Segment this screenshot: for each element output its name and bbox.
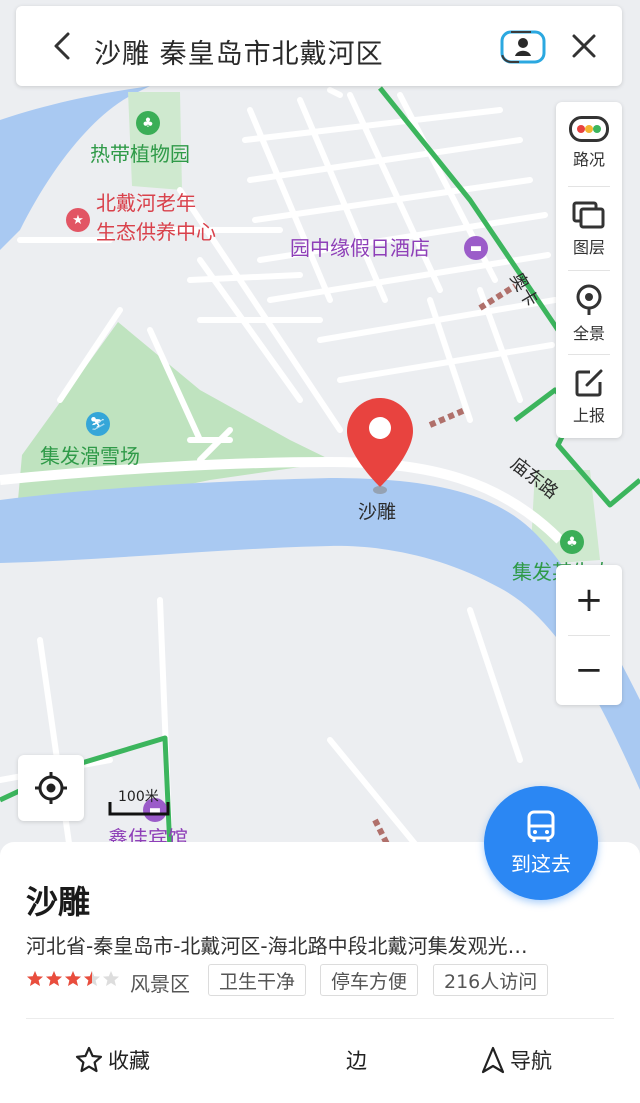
poi-label-marker[interactable]: 沙雕: [358, 503, 396, 522]
sheet-divider: [26, 1018, 614, 1019]
traffic-button[interactable]: 路况: [556, 102, 622, 186]
go-here-label: 到这去: [511, 851, 571, 876]
tag-visits: 216人访问: [433, 964, 549, 996]
bus-icon: [527, 810, 555, 842]
rating-stars: [26, 970, 121, 988]
poi-label-ski-resort[interactable]: 集发滑雪场: [40, 446, 140, 466]
collect-button[interactable]: 收藏: [74, 1040, 150, 1080]
voice-assistant-icon[interactable]: [500, 30, 546, 64]
map-toolbar: 路况 图层 全景 上报: [556, 102, 622, 438]
tag-parking: 停车方便: [320, 964, 419, 996]
layers-label: 图层: [572, 238, 605, 257]
report-button[interactable]: 上报: [556, 354, 622, 438]
ski-icon: ⛷: [86, 412, 110, 436]
layers-button[interactable]: 图层: [556, 186, 622, 270]
zoom-controls: + −: [556, 565, 622, 705]
poi-label-elderly-center-line2[interactable]: 生态供养中心: [96, 222, 216, 242]
map-scale: 100米: [108, 786, 170, 816]
park-icon: ♣: [560, 530, 584, 554]
tag-clean: 卫生干净: [208, 964, 307, 996]
nearby-label: 边: [346, 1049, 367, 1073]
hotel-icon: ▬: [464, 236, 488, 260]
report-label: 上报: [572, 406, 605, 425]
panorama-icon: [576, 284, 602, 315]
my-location-button[interactable]: [18, 755, 84, 821]
rating-star-icon: [27, 971, 43, 986]
navigate-label: 导航: [510, 1049, 552, 1073]
search-query[interactable]: 沙雕 秦皇岛市北戴河区: [94, 32, 384, 71]
nearby-button[interactable]: 边: [346, 1040, 367, 1080]
navigate-button[interactable]: 导航: [480, 1040, 552, 1080]
zoom-in-button[interactable]: +: [556, 565, 622, 635]
search-bar[interactable]: 沙雕 秦皇岛市北戴河区: [16, 6, 622, 86]
map-view[interactable]: ♣ ★ ▬ ⛷ ♣ ▬ 热带植物园 北戴河老年 生态供养中心 园中缘假日酒店 集…: [0, 0, 640, 850]
star-outline-icon: [75, 1046, 103, 1073]
park-icon: ♣: [136, 111, 160, 135]
go-here-button[interactable]: 到这去: [484, 786, 598, 900]
rating-star-icon: [46, 971, 62, 986]
traffic-light-icon: [569, 116, 609, 142]
poi-label-tropical-garden[interactable]: 热带植物园: [90, 144, 190, 164]
panorama-label: 全景: [572, 324, 605, 343]
rating-star-icon: [65, 971, 81, 986]
poi-label-hotel[interactable]: 园中缘假日酒店: [290, 238, 430, 258]
scale-bar: [108, 802, 170, 816]
poi-label-elderly-center[interactable]: 北戴河老年: [96, 193, 196, 213]
star-poi-icon: ★: [66, 208, 90, 232]
navigation-arrow-icon: [481, 1046, 505, 1074]
rating-star-icon: [84, 971, 100, 986]
panorama-button[interactable]: 全景: [556, 270, 622, 354]
rating-star-icon: [103, 971, 119, 986]
crosshair-icon: [35, 772, 67, 804]
layers-icon: [572, 201, 605, 229]
back-arrow-icon[interactable]: [44, 26, 84, 66]
place-category: 风景区: [130, 972, 190, 996]
close-icon[interactable]: [566, 28, 602, 64]
place-address[interactable]: 河北省-秦皇岛市-北戴河区-海北路中段北戴河集发观光…: [26, 930, 616, 959]
collect-label: 收藏: [108, 1049, 150, 1073]
place-title: 沙雕: [26, 883, 91, 921]
edit-report-icon: [575, 369, 603, 397]
zoom-out-button[interactable]: −: [556, 635, 622, 705]
traffic-label: 路况: [572, 150, 605, 169]
